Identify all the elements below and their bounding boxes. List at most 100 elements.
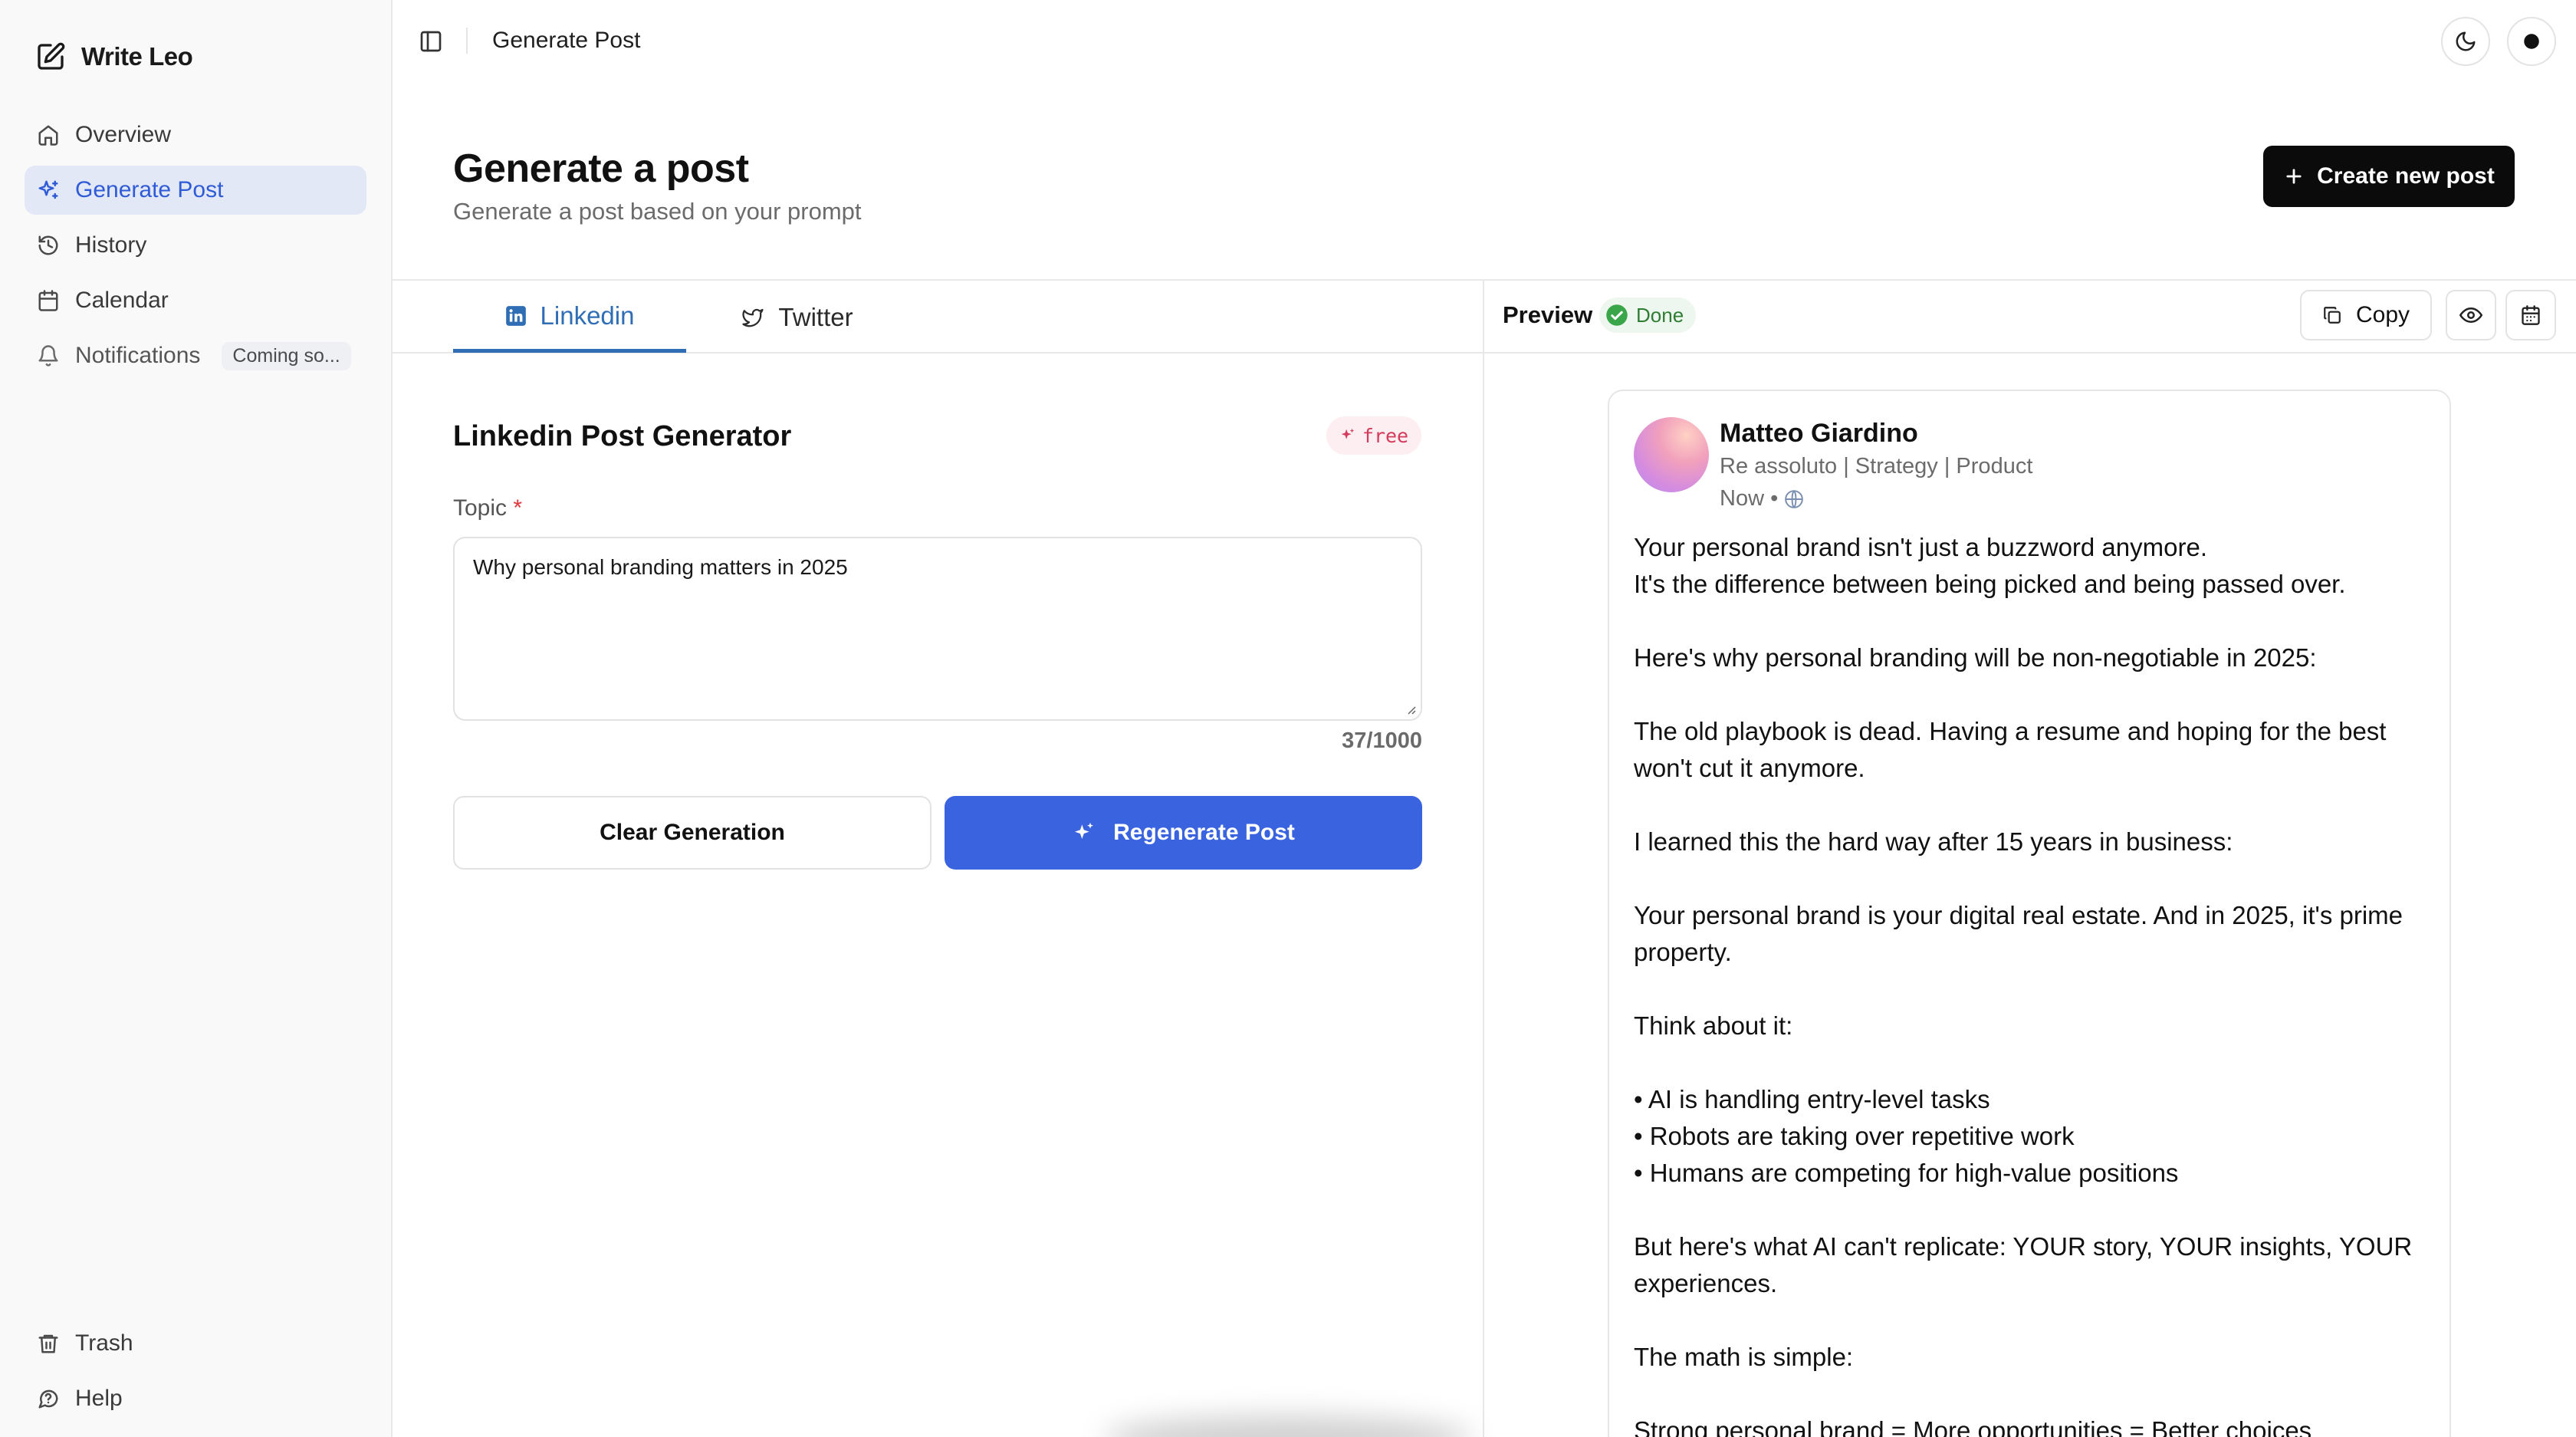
trash-icon xyxy=(38,1334,58,1353)
brand[interactable]: Write Leo xyxy=(35,41,193,72)
sidebar-item-label: Calendar xyxy=(75,288,169,313)
sidebar-item-label: Trash xyxy=(75,1330,133,1356)
linkedin-icon xyxy=(505,305,526,326)
topbar: Generate Post xyxy=(393,0,2576,83)
preview-toggle-button[interactable] xyxy=(2446,290,2496,340)
create-new-post-label: Create new post xyxy=(2317,163,2495,189)
topic-value: Why personal branding matters in 2025 xyxy=(473,555,848,579)
check-circle-icon xyxy=(1606,304,1628,326)
topic-label-text: Topic xyxy=(453,495,508,521)
history-icon xyxy=(38,235,58,255)
topic-textarea[interactable]: Why personal branding matters in 2025 xyxy=(453,537,1422,721)
tab-linkedin[interactable]: Linkedin xyxy=(453,282,686,353)
sidebar-item-label: Overview xyxy=(75,122,172,147)
sidebar-item-help[interactable]: Help xyxy=(25,1374,366,1423)
post-line: Here's why personal branding will be non… xyxy=(1634,643,2317,672)
theme-toggle-button[interactable] xyxy=(2441,17,2490,66)
preview-label: Preview xyxy=(1503,301,1593,328)
schedule-button[interactable] xyxy=(2505,290,2556,340)
home-icon xyxy=(38,125,58,146)
moon-icon xyxy=(2456,31,2476,51)
twitter-icon xyxy=(742,308,764,327)
sparkles-icon xyxy=(1341,428,1355,439)
free-badge: free xyxy=(1326,416,1421,455)
sidebar-item-label: Help xyxy=(75,1386,123,1411)
edit-icon xyxy=(38,42,65,70)
floating-shadow xyxy=(1104,1416,1472,1437)
globe-icon xyxy=(1785,489,1804,508)
sidebar-item-generate-post[interactable]: Generate Post xyxy=(25,166,366,215)
sparkles-icon xyxy=(38,180,58,199)
post-paragraph: I learned this the hard way after 15 yea… xyxy=(1634,824,2439,860)
post-bullet: • Humans are competing for high-value po… xyxy=(1634,1159,2179,1187)
post-paragraph: Think about it: xyxy=(1634,1008,2439,1044)
status-text: Done xyxy=(1636,303,1684,327)
post-bullet: • AI is handling entry-level tasks xyxy=(1634,1085,1990,1113)
post-line: Strong personal brand = More opportuniti… xyxy=(1634,1416,2312,1437)
eye-icon xyxy=(2459,307,2482,323)
sidebar-item-overview[interactable]: Overview xyxy=(25,110,366,159)
topic-label: Topic * xyxy=(453,495,522,521)
required-mark: * xyxy=(513,495,523,521)
sidebar-item-history[interactable]: History xyxy=(25,221,366,270)
status-badge: Done xyxy=(1599,298,1697,333)
post-line: It's the difference between being picked… xyxy=(1634,570,2346,598)
regenerate-post-button[interactable]: Regenerate Post xyxy=(945,796,1422,870)
record-icon xyxy=(2524,34,2539,49)
sidebar-item-trash[interactable]: Trash xyxy=(25,1319,366,1368)
tab-label: Linkedin xyxy=(540,301,635,330)
sidebar-item-calendar[interactable]: Calendar xyxy=(25,276,366,325)
post-line: Your personal brand isn't just a buzzwor… xyxy=(1634,533,2207,561)
author-headline: Re assoluto | Strategy | Product xyxy=(1720,454,2033,478)
post-preview-card: Matteo Giardino Re assoluto | Strategy |… xyxy=(1608,390,2451,1437)
sidebar-nav: Overview Generate Post History Calendar … xyxy=(25,110,366,386)
page-subtitle: Generate a post based on your prompt xyxy=(453,198,862,225)
bell-icon xyxy=(38,345,58,367)
post-paragraph: Strong personal brand = More opportuniti… xyxy=(1634,1412,2439,1437)
post-paragraph: • AI is handling entry-level tasks • Rob… xyxy=(1634,1081,2439,1192)
sidebar-item-notifications[interactable]: Notifications Coming so... xyxy=(25,331,366,380)
calendar-icon xyxy=(38,290,58,311)
sidebar-bottom-nav: Trash Help xyxy=(25,1319,366,1429)
post-line: Think about it: xyxy=(1634,1011,1793,1040)
post-line: The old playbook is dead. Having a resum… xyxy=(1634,717,2387,782)
page-title: Generate a post xyxy=(453,146,749,191)
brand-name: Write Leo xyxy=(81,42,193,71)
app-root: { "app": { "name": "Write Leo" }, "sideb… xyxy=(0,0,2576,1437)
post-time: Now • xyxy=(1720,486,1779,511)
sidebar: Write Leo Overview Generate Post History… xyxy=(0,0,393,1437)
topbar-divider xyxy=(466,28,468,54)
help-icon xyxy=(38,1389,58,1409)
sidebar-item-label: History xyxy=(75,232,147,258)
clear-generation-button[interactable]: Clear Generation xyxy=(453,796,932,870)
sparkles-icon xyxy=(1075,822,1094,839)
post-line: But here's what AI can't replicate: YOUR… xyxy=(1634,1232,2413,1297)
clear-generation-label: Clear Generation xyxy=(600,820,785,845)
coming-soon-badge: Coming so... xyxy=(222,341,351,370)
calendar-icon xyxy=(2522,305,2540,325)
create-new-post-button[interactable]: Create new post xyxy=(2263,146,2515,207)
post-body: Your personal brand isn't just a buzzwor… xyxy=(1634,529,2439,1437)
post-bullet: • Robots are taking over repetitive work xyxy=(1634,1122,2075,1150)
sidebar-toggle-icon[interactable] xyxy=(419,29,443,54)
char-count: 37/1000 xyxy=(1342,728,1422,753)
post-paragraph: Your personal brand isn't just a buzzwor… xyxy=(1634,529,2439,603)
copy-button[interactable]: Copy xyxy=(2300,290,2432,340)
post-paragraph: The math is simple: xyxy=(1634,1339,2439,1376)
post-line: The math is simple: xyxy=(1634,1343,1854,1371)
resize-grip-icon[interactable] xyxy=(1404,702,1416,715)
topbar-title: Generate Post xyxy=(492,28,641,53)
sidebar-item-label: Generate Post xyxy=(75,177,224,202)
free-badge-label: free xyxy=(1362,424,1409,447)
author-name: Matteo Giardino xyxy=(1720,419,1918,448)
record-button[interactable] xyxy=(2507,17,2556,66)
copy-label: Copy xyxy=(2355,302,2410,327)
post-line: Your personal brand is your digital real… xyxy=(1634,901,2404,966)
post-paragraph: But here's what AI can't replicate: YOUR… xyxy=(1634,1228,2439,1302)
regenerate-post-label: Regenerate Post xyxy=(1113,820,1295,845)
post-paragraph: Your personal brand is your digital real… xyxy=(1634,897,2439,971)
tab-label: Twitter xyxy=(778,303,853,331)
generator-title: Linkedin Post Generator xyxy=(453,420,792,452)
tab-twitter[interactable]: Twitter xyxy=(721,282,874,353)
post-line: I learned this the hard way after 15 yea… xyxy=(1634,827,2233,856)
